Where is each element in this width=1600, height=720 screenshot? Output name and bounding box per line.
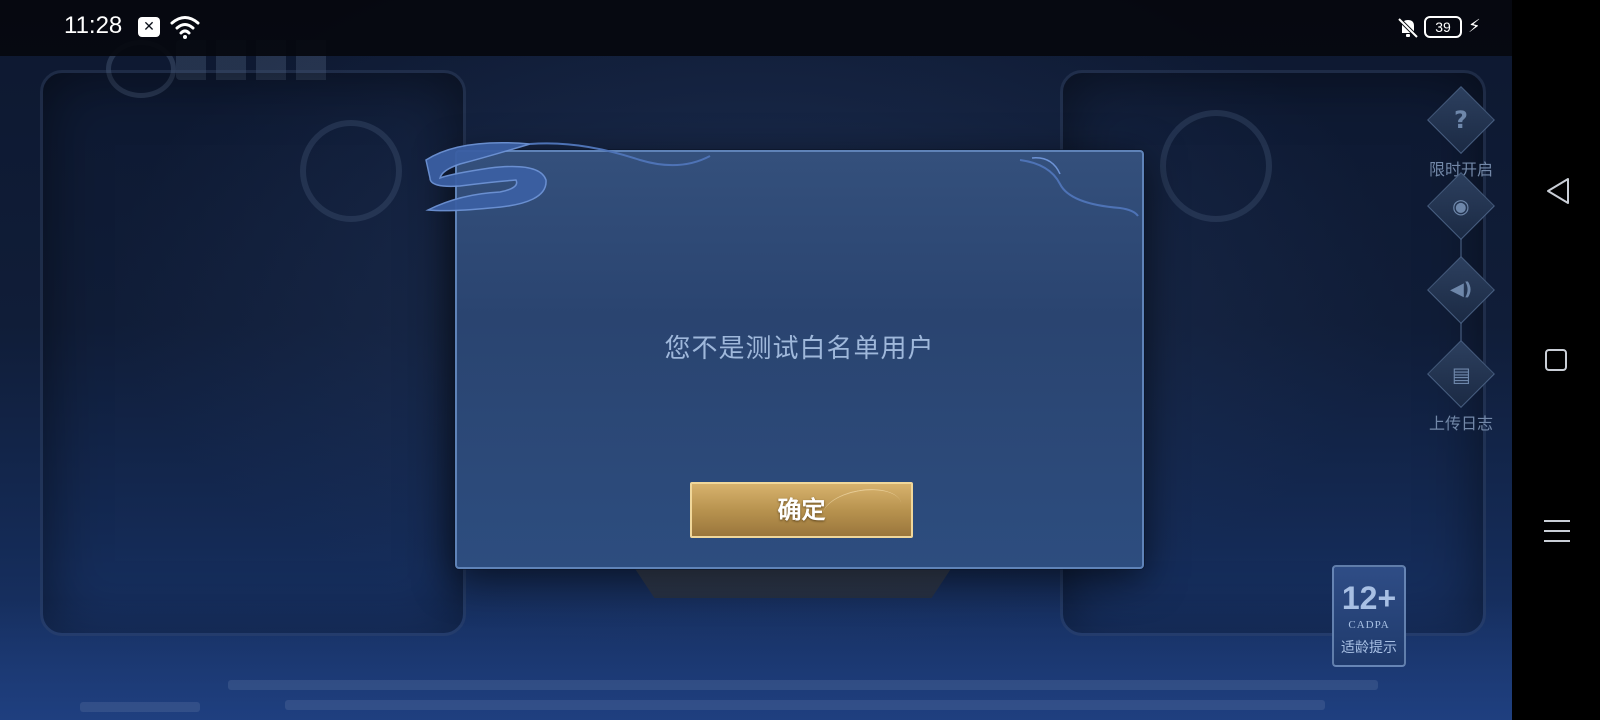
camera-button[interactable]: ◉ [1427,172,1495,240]
ornament [300,120,402,222]
log-upload-icon: ▤ [1427,340,1495,408]
dialog-message: 您不是测试白名单用户 [664,334,935,364]
upload-log-label: 上传日志 [1428,414,1493,433]
age-rating-number: 12+ [1341,580,1397,616]
wifi-icon [170,16,200,39]
alert-dialog: 您不是测试白名单用户 确定 [455,150,1144,569]
status-time: 11:28 [64,12,123,39]
help-icon: ? [1427,86,1495,154]
screen: 11:28 ✕ 39 ⚡ ? 限时开启 ◉ ◀) ▤ 上传日志 12+ CADP… [0,0,1600,720]
time-limited-button[interactable]: ? 限时开启 [1427,86,1495,180]
status-bar: 11:28 ✕ 39 ⚡ [0,0,1512,56]
legal-text-line [285,700,1325,710]
confirm-button[interactable]: 确定 [690,482,913,538]
decorative-frame-left [40,70,466,636]
volume-icon: ◀) [1427,256,1495,324]
recents-menu-icon[interactable] [1544,520,1570,546]
charging-bolt-icon: ⚡ [1468,16,1481,37]
upload-log-button[interactable]: ▤ 上传日志 [1427,340,1495,434]
close-box-icon: ✕ [138,17,160,37]
back-icon[interactable] [1544,176,1572,206]
battery-indicator: 39 [1424,16,1462,38]
ornament [1160,110,1272,222]
camera-icon: ◉ [1427,172,1495,240]
age-rating-caption: 适龄提示 [1341,640,1397,656]
notifications-off-icon [1397,17,1419,39]
age-rating-badge: 12+ CADPA 适龄提示 [1332,565,1406,667]
home-icon[interactable] [1545,349,1567,371]
version-text [80,702,200,712]
volume-button[interactable]: ◀) [1427,256,1495,324]
legal-text-line [228,680,1378,690]
age-rating-org: CADPA [1348,619,1390,631]
